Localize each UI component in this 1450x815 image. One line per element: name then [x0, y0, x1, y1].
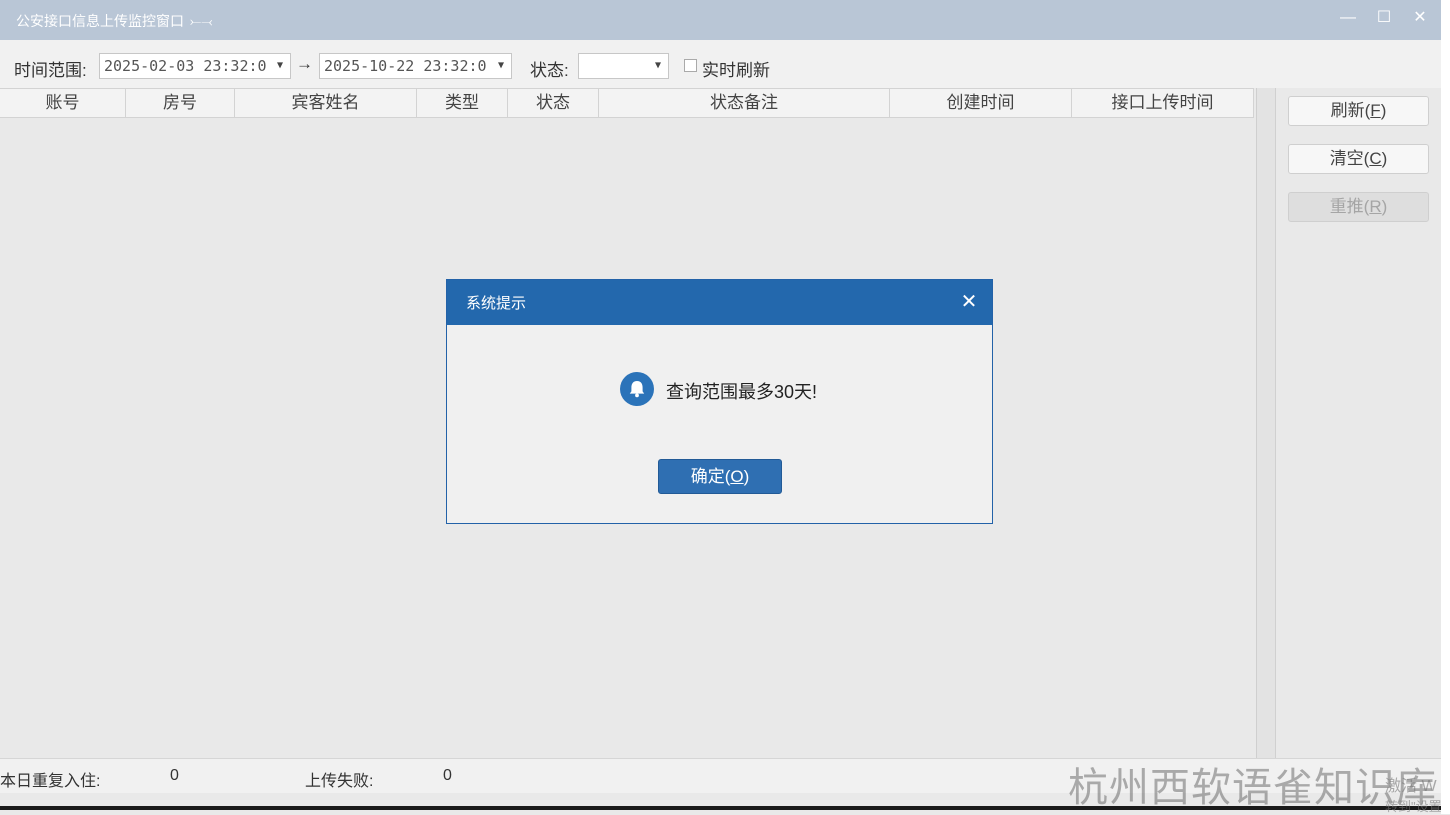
title-link-icon: ⤚⤙ [190, 13, 213, 29]
realtime-refresh-label[interactable]: 实时刷新 [702, 56, 770, 81]
watermark-text: 杭州西软语雀知识库 [1068, 766, 1437, 810]
dialog-close-button[interactable]: ✕ [957, 290, 981, 314]
column-header-status[interactable]: 状态 [508, 89, 599, 117]
table-header: 账号 房号 宾客姓名 类型 状态 状态备注 创建时间 接口上传时间 [0, 88, 1254, 118]
column-header-status-note[interactable]: 状态备注 [599, 89, 890, 117]
status-select[interactable]: ▼ [578, 53, 669, 79]
upload-fail-count: 0 [443, 767, 452, 784]
dialog-header: 系统提示 ✕ [447, 280, 992, 325]
dialog-message: 查询范围最多30天! [666, 382, 818, 402]
repeat-checkin-count: 0 [170, 767, 179, 784]
dialog-title: 系统提示 [466, 295, 527, 312]
activation-watermark-line2: 转到"设置 [1385, 799, 1442, 814]
column-header-type[interactable]: 类型 [417, 89, 508, 117]
refresh-button[interactable]: 刷新(F) [1288, 96, 1429, 126]
confirm-button[interactable]: 确定(O) [658, 459, 782, 494]
start-time-value: 2025-02-03 23:32:0 [104, 57, 267, 75]
column-header-room[interactable]: 房号 [126, 89, 235, 117]
minimize-button[interactable]: — [1335, 6, 1361, 30]
right-edge [1441, 0, 1450, 814]
bell-icon [620, 372, 654, 406]
end-time-picker[interactable]: 2025-10-22 23:32:0 ▼ [319, 53, 512, 79]
repush-button[interactable]: 重推(R) [1288, 192, 1429, 222]
filter-toolbar: 时间范围: 2025-02-03 23:32:0 ▼ → 2025-10-22 … [0, 40, 1441, 88]
table-vertical-scrollbar[interactable] [1257, 88, 1276, 758]
window-title: 公安接口信息上传监控窗口 ⤚⤙ [16, 13, 213, 29]
close-window-button[interactable]: ✕ [1407, 6, 1433, 30]
column-header-created-time[interactable]: 创建时间 [890, 89, 1072, 117]
chevron-down-icon[interactable]: ▼ [491, 54, 511, 78]
start-time-picker[interactable]: 2025-02-03 23:32:0 ▼ [99, 53, 291, 79]
upload-fail-label: 上传失败: [305, 773, 374, 790]
chevron-down-icon[interactable]: ▼ [270, 54, 290, 78]
column-header-upload-time[interactable]: 接口上传时间 [1072, 89, 1254, 117]
chevron-down-icon[interactable]: ▼ [648, 54, 668, 78]
end-time-value: 2025-10-22 23:32:0 [324, 57, 487, 75]
realtime-refresh-checkbox[interactable] [684, 59, 697, 72]
system-prompt-dialog: 系统提示 ✕ 查询范围最多30天! 确定(O) [446, 279, 993, 524]
column-header-account[interactable]: 账号 [0, 89, 126, 117]
column-header-guest-name[interactable]: 宾客姓名 [235, 89, 417, 117]
maximize-button[interactable]: ☐ [1371, 6, 1397, 30]
status-label: 状态: [530, 61, 569, 80]
activation-watermark-line1: 激活 W [1385, 778, 1437, 795]
range-arrow-icon: → [296, 54, 313, 73]
clear-button[interactable]: 清空(C) [1288, 144, 1429, 174]
repeat-checkin-label: 本日重复入住: [0, 773, 101, 790]
time-range-label: 时间范围: [14, 61, 87, 80]
title-bar: 公安接口信息上传监控窗口 ⤚⤙ — ☐ ✕ [0, 0, 1442, 40]
